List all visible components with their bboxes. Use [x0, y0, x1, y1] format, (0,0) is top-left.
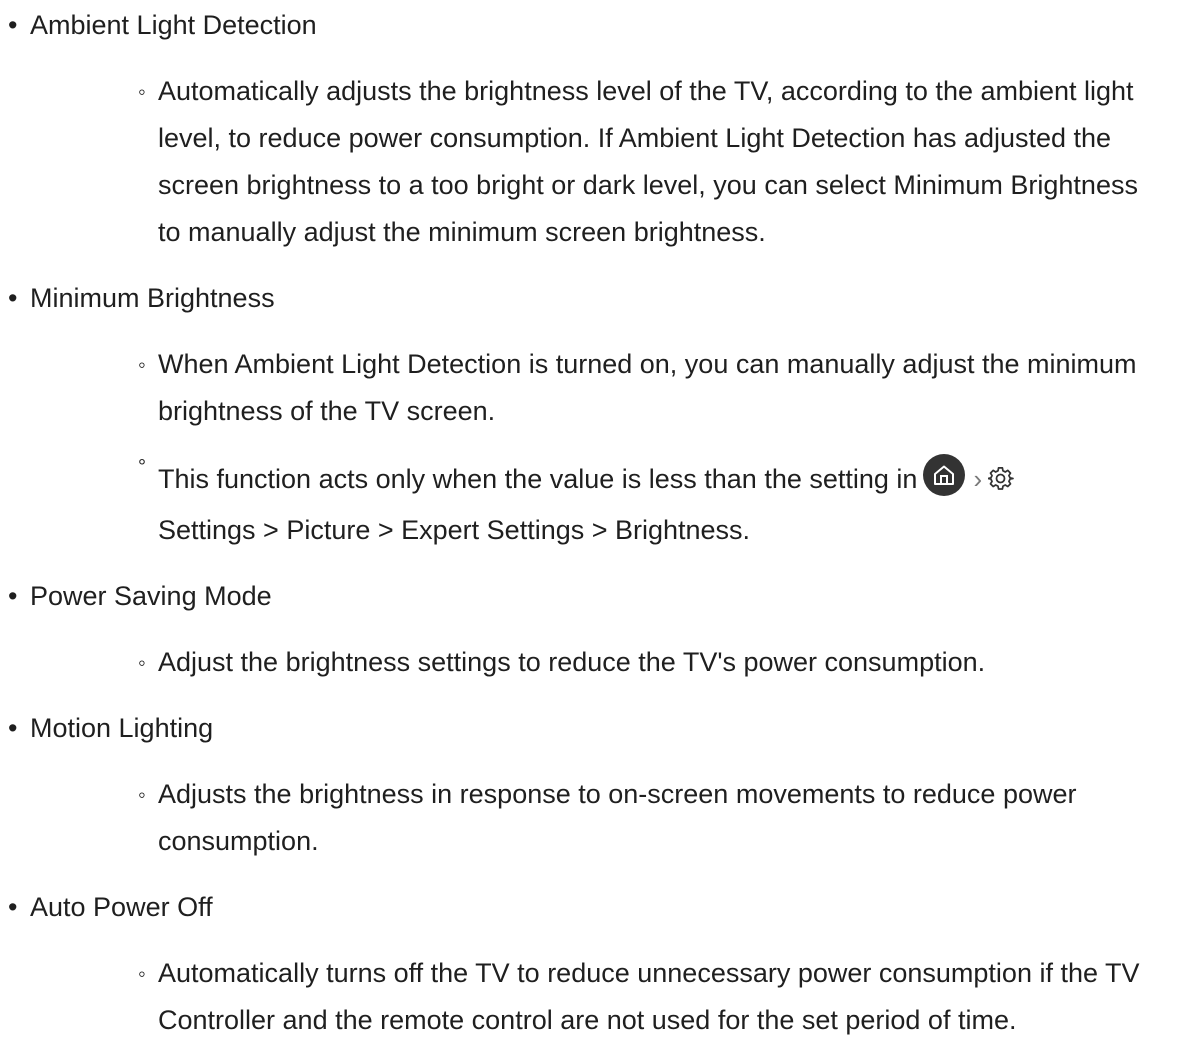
- sub-item-description: ◦ Adjust the brightness settings to redu…: [0, 639, 1181, 686]
- chevron-right-icon: ›: [973, 464, 983, 494]
- sub-bullet: ◦: [138, 961, 146, 986]
- sub-item-note: ° This function acts only when the value…: [0, 454, 1181, 554]
- item-title: Motion Lighting: [30, 713, 214, 743]
- note-marker: °: [138, 456, 146, 478]
- item-title: Auto Power Off: [30, 892, 213, 922]
- bullet: •: [8, 892, 18, 922]
- list-item-ambient-light-detection: • Ambient Light Detection: [0, 2, 1181, 49]
- list-item-power-saving-mode: • Power Saving Mode: [0, 573, 1181, 620]
- item-description: Adjust the brightness settings to reduce…: [158, 647, 986, 677]
- item-title: Minimum Brightness: [30, 283, 275, 313]
- settings-path: Settings > Picture > Expert Settings > B…: [158, 515, 751, 545]
- sub-item-description: ◦ Automatically turns off the TV to redu…: [0, 950, 1181, 1044]
- list-item-auto-power-off: • Auto Power Off: [0, 884, 1181, 931]
- item-description: When Ambient Light Detection is turned o…: [158, 349, 1137, 426]
- gear-icon: [987, 460, 1014, 507]
- item-description: Automatically turns off the TV to reduce…: [158, 958, 1140, 1035]
- sub-bullet: ◦: [138, 782, 146, 807]
- item-description: Adjusts the brightness in response to on…: [158, 779, 1077, 856]
- note-text: This function acts only when the value i…: [158, 464, 918, 494]
- list-item-minimum-brightness: • Minimum Brightness: [0, 275, 1181, 322]
- item-description: Automatically adjusts the brightness lev…: [158, 76, 1138, 247]
- bullet: •: [8, 283, 18, 313]
- sub-item-description: ◦ Adjusts the brightness in response to …: [0, 771, 1181, 865]
- list-item-motion-lighting: • Motion Lighting: [0, 705, 1181, 752]
- sub-item-description: ◦ When Ambient Light Detection is turned…: [0, 341, 1181, 435]
- sub-item-description: ◦ Automatically adjusts the brightness l…: [0, 68, 1181, 256]
- home-icon: [923, 454, 966, 496]
- sub-bullet: ◦: [138, 79, 146, 104]
- bullet: •: [8, 581, 18, 611]
- bullet: •: [8, 713, 18, 743]
- bullet: •: [8, 10, 18, 40]
- item-title: Power Saving Mode: [30, 581, 272, 611]
- sub-bullet: ◦: [138, 352, 146, 377]
- item-title: Ambient Light Detection: [30, 10, 317, 40]
- sub-bullet: ◦: [138, 650, 146, 675]
- settings-help-page: • Ambient Light Detection ◦ Automaticall…: [0, 0, 1181, 1044]
